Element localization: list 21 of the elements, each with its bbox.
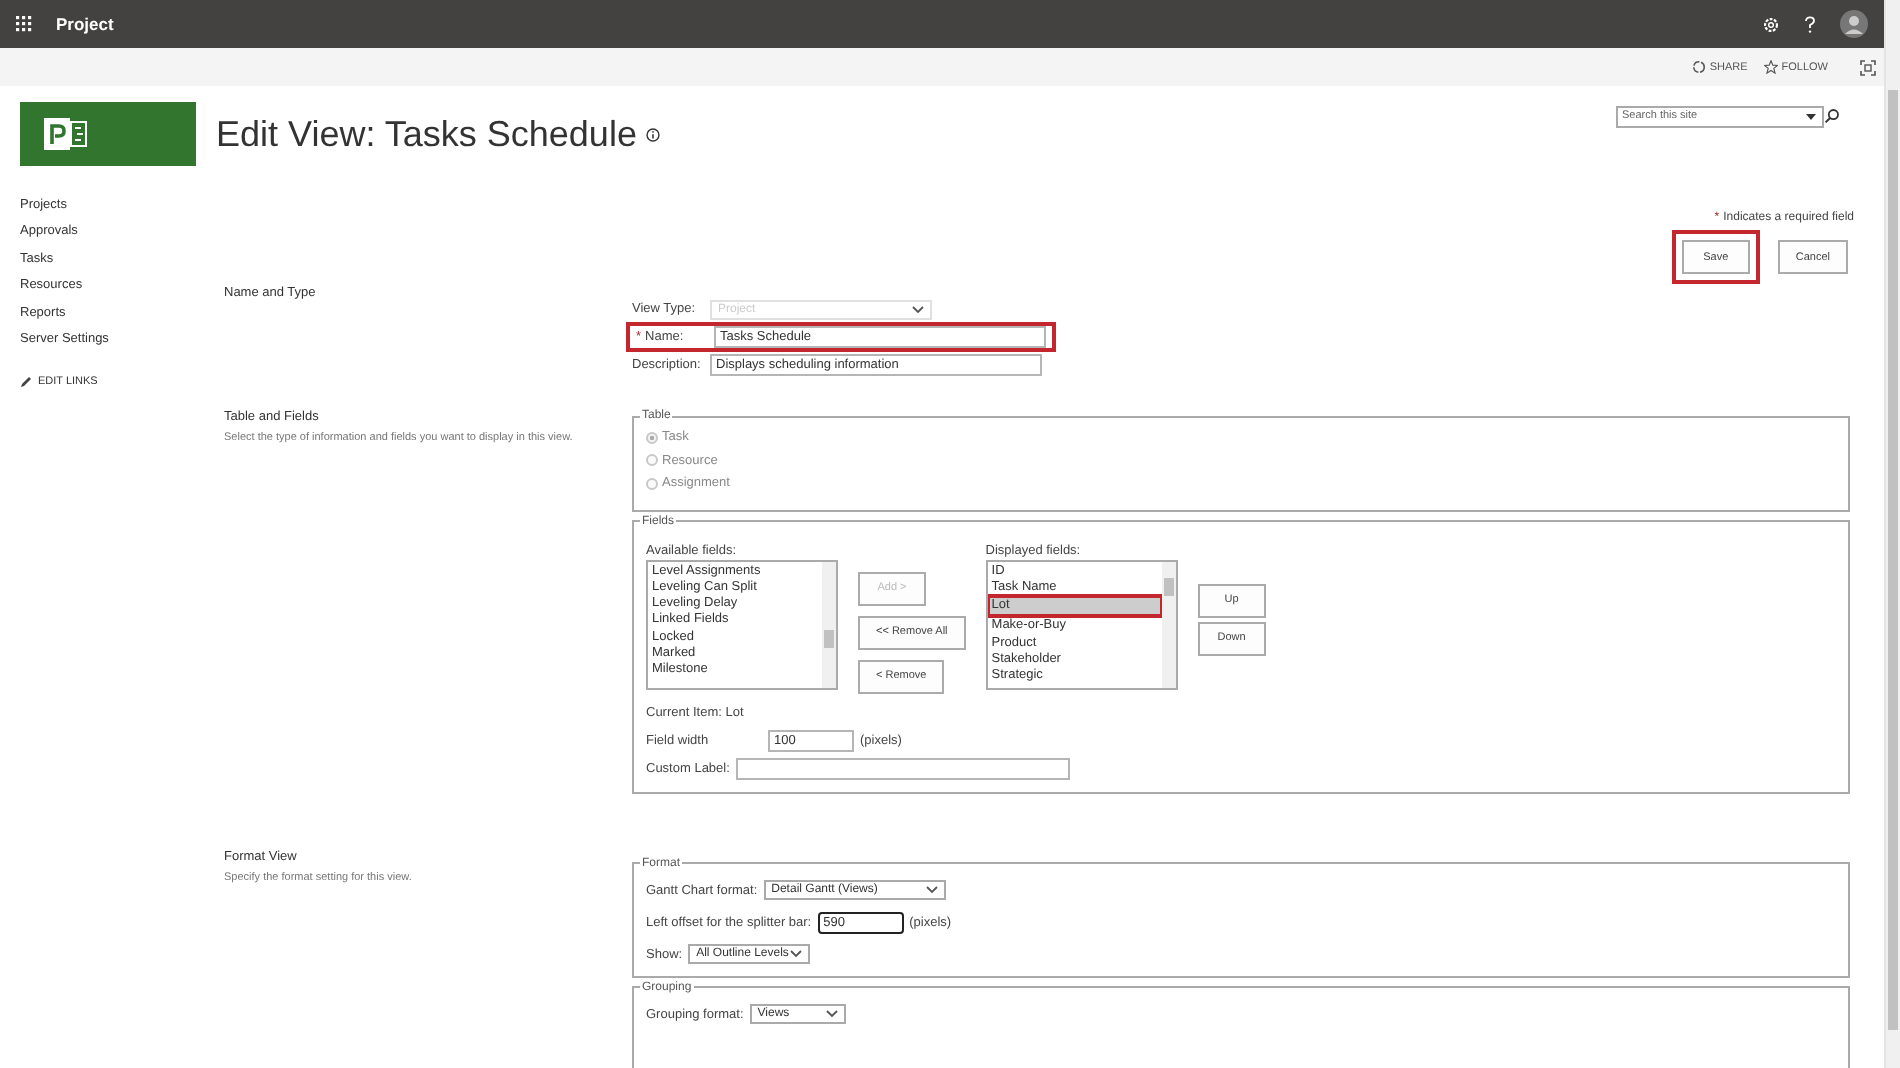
project-logo-icon xyxy=(44,114,88,154)
scrollbar[interactable] xyxy=(1161,561,1176,687)
info-icon[interactable] xyxy=(646,127,661,141)
custom-label-field[interactable] xyxy=(735,758,1070,780)
help-icon[interactable] xyxy=(1804,15,1816,33)
scrollbar[interactable] xyxy=(1888,90,1898,1030)
scrollbar[interactable] xyxy=(822,561,836,687)
app-launcher-icon[interactable] xyxy=(16,16,32,32)
focus-mode-icon[interactable] xyxy=(1860,59,1876,75)
star-icon xyxy=(1763,60,1778,74)
page-title: Edit View: Tasks Schedule xyxy=(216,113,1616,155)
chevron-down-icon xyxy=(790,950,803,958)
app-title: Project xyxy=(56,14,116,34)
avatar-icon[interactable] xyxy=(1840,10,1868,38)
search-icon[interactable] xyxy=(1824,108,1840,124)
chevron-down-icon xyxy=(925,886,938,894)
settings-icon[interactable] xyxy=(1762,15,1780,33)
share-icon xyxy=(1691,60,1706,74)
chevron-down-icon xyxy=(825,1010,838,1018)
chevron-down-icon xyxy=(912,305,924,313)
pencil-icon xyxy=(20,376,32,389)
